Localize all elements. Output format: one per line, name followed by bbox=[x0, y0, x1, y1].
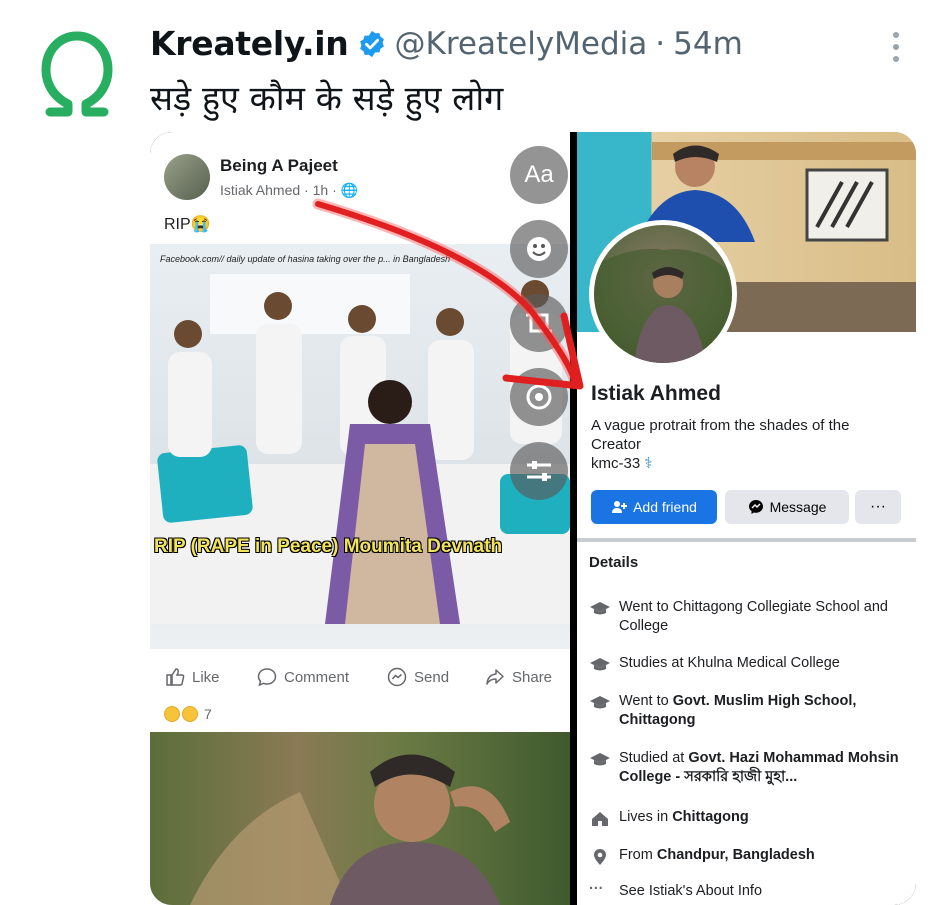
fb-post-age: 1h bbox=[312, 182, 329, 198]
smiley-icon bbox=[527, 237, 551, 261]
profile-person-photo bbox=[150, 732, 570, 905]
reactions-summary[interactable]: 7 bbox=[164, 706, 212, 722]
ellipsis-icon: ··· bbox=[589, 881, 604, 897]
sliders-icon bbox=[527, 461, 551, 481]
shape-tool-button[interactable] bbox=[510, 368, 568, 426]
fb-page-avatar bbox=[164, 154, 210, 200]
send-action[interactable]: Send bbox=[386, 666, 449, 688]
detail-prefix: Lives in bbox=[619, 809, 673, 825]
fb-post-author: Istiak Ahmed bbox=[220, 182, 301, 198]
separator-dot: · bbox=[655, 25, 666, 62]
crop-tool-button[interactable] bbox=[510, 294, 568, 352]
detail-lives-in: Lives in Chittagong bbox=[589, 808, 909, 827]
fb-post-photo: Facebook.com// daily update of hasina ta… bbox=[150, 244, 570, 649]
profile-picture[interactable] bbox=[589, 220, 737, 368]
photo-scene-person bbox=[190, 754, 510, 905]
messenger-icon bbox=[387, 667, 407, 687]
detail-text: See Istiak's About Info bbox=[619, 883, 763, 899]
detail-prefix: From bbox=[619, 847, 657, 863]
fb-page-name: Being A Pajeet bbox=[220, 156, 338, 175]
messenger-icon bbox=[748, 500, 763, 514]
tweet-header: Kreately.in @KreatelyMedia · 54m bbox=[150, 24, 743, 63]
see-about-info-link[interactable]: ··· See Istiak's About Info bbox=[589, 881, 909, 901]
stethoscope-icon: ⚕ bbox=[644, 455, 653, 472]
globe-icon: 🌐 bbox=[340, 182, 359, 198]
profile-picture-scene bbox=[594, 249, 732, 363]
graduation-cap-icon bbox=[590, 602, 610, 615]
detail-education-medical: Studies at Khulna Medical College bbox=[589, 654, 909, 673]
profile-bio-tag: kmc-33 ⚕ bbox=[591, 454, 652, 472]
fb-post-actions: Like Comment Send Share bbox=[150, 662, 570, 692]
graduation-cap-icon bbox=[590, 753, 610, 766]
detail-text: Went to Chittagong Collegiate School and… bbox=[619, 599, 888, 634]
graduation-cap-icon bbox=[590, 658, 610, 671]
home-icon bbox=[592, 812, 608, 826]
tweet-text: सड़े हुए कौम के सड़े हुए लोग bbox=[150, 79, 504, 119]
location-pin-icon bbox=[594, 849, 606, 865]
wow-reaction-icon bbox=[182, 706, 198, 722]
details-title: Details bbox=[589, 554, 639, 571]
share-label: Share bbox=[512, 668, 553, 686]
detail-education-school: Went to Chittagong Collegiate School and… bbox=[589, 598, 909, 636]
section-divider bbox=[577, 538, 916, 542]
message-label: Message bbox=[769, 499, 827, 515]
profile-bio: A vague protrait from the shades of the … bbox=[591, 417, 850, 453]
photo-scene bbox=[150, 274, 570, 624]
facebook-profile-screenshot: Istiak Ahmed A vague protrait from the s… bbox=[577, 132, 916, 905]
detail-prefix: Went to bbox=[619, 693, 673, 709]
profile-more-button[interactable]: ··· bbox=[855, 490, 901, 524]
verified-badge-icon bbox=[359, 30, 384, 57]
share-icon bbox=[486, 669, 504, 685]
bio-tag-text: kmc-33 bbox=[591, 455, 641, 472]
comment-icon bbox=[257, 668, 277, 687]
detail-link[interactable]: Chittagong bbox=[672, 809, 749, 825]
graduation-cap-icon bbox=[590, 696, 610, 709]
comment-label: Comment bbox=[284, 668, 350, 686]
detail-education-college: Studied at Govt. Hazi Mohammad Mohsin Co… bbox=[589, 749, 909, 787]
more-options-icon[interactable] bbox=[886, 30, 906, 64]
text-tool-label: Aa bbox=[524, 161, 554, 188]
profile-name: Istiak Ahmed bbox=[591, 382, 721, 405]
add-friend-label: Add friend bbox=[633, 499, 697, 515]
author-handle[interactable]: @KreatelyMedia bbox=[395, 26, 648, 62]
detail-education-highschool: Went to Govt. Muslim High School, Chitta… bbox=[589, 692, 909, 730]
thumbs-up-icon bbox=[166, 668, 185, 686]
reaction-count: 7 bbox=[204, 706, 212, 722]
kreately-logo-avatar[interactable] bbox=[38, 30, 116, 118]
haha-reaction-icon bbox=[164, 706, 180, 722]
like-label: Like bbox=[192, 668, 220, 686]
share-action[interactable]: Share bbox=[484, 666, 552, 688]
adjust-tool-button[interactable] bbox=[510, 442, 568, 500]
detail-from: From Chandpur, Bangladesh bbox=[589, 846, 909, 865]
send-label: Send bbox=[414, 668, 450, 686]
image-overlay-caption: RIP (RAPE in Peace) Moumita Devnath bbox=[154, 536, 503, 557]
add-friend-icon bbox=[612, 501, 628, 513]
panel-divider bbox=[570, 132, 577, 905]
shape-icon bbox=[526, 384, 552, 410]
tweet-time[interactable]: 54m bbox=[673, 26, 743, 62]
comment-action[interactable]: Comment bbox=[256, 666, 349, 688]
image-watermark: Facebook.com// daily update of hasina ta… bbox=[160, 254, 451, 264]
author-name[interactable]: Kreately.in bbox=[150, 24, 349, 63]
fb-post-meta: Istiak Ahmed · 1h · 🌐 bbox=[220, 182, 359, 198]
like-action[interactable]: Like bbox=[164, 666, 220, 688]
text-tool-button[interactable]: Aa bbox=[510, 146, 568, 204]
detail-prefix: Studied at bbox=[619, 750, 689, 766]
crop-icon bbox=[526, 310, 552, 336]
detail-link[interactable]: Chandpur, Bangladesh bbox=[657, 847, 815, 863]
sticker-tool-button[interactable] bbox=[510, 220, 568, 278]
message-button[interactable]: Message bbox=[725, 490, 849, 524]
detail-text: Studies at Khulna Medical College bbox=[619, 655, 840, 671]
facebook-post-screenshot: Being A Pajeet Istiak Ahmed · 1h · 🌐 RIP… bbox=[150, 132, 570, 905]
add-friend-button[interactable]: Add friend bbox=[591, 490, 717, 524]
tweet-media-image[interactable]: Being A Pajeet Istiak Ahmed · 1h · 🌐 RIP… bbox=[150, 132, 916, 905]
fb-post-caption: RIP😭 bbox=[164, 216, 211, 233]
